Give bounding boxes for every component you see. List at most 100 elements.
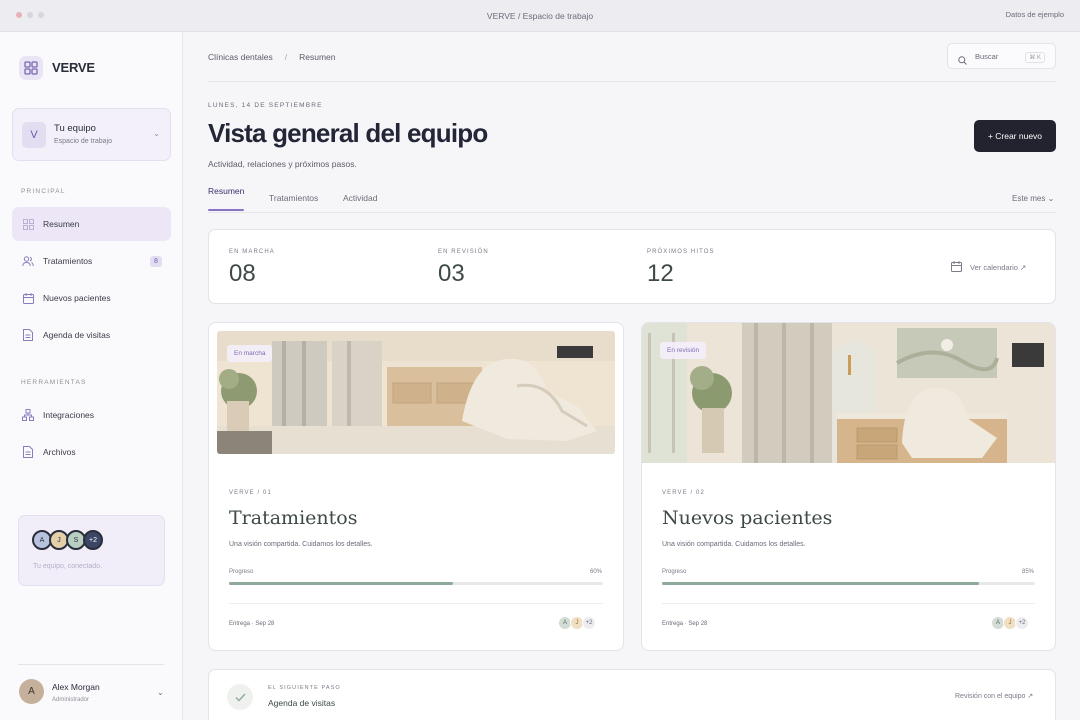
document-icon [22,446,34,458]
breadcrumb-item[interactable]: Clínicas dentales [208,52,273,62]
document-icon [22,329,34,341]
next-step-eyebrow: EL SIGUIENTE PASO [268,685,341,691]
divider [662,603,1035,604]
page-date: LUNES, 14 DE SEPTIEMBRE [208,102,323,109]
promo-text: Tu equipo, conectado. [33,563,103,570]
progress-bar [229,582,603,585]
check-icon [227,684,253,710]
divider [208,81,1056,82]
progress-label: Progreso [229,569,254,575]
sidebar-item-label: Nuevos pacientes [43,293,111,303]
divider [208,212,1056,213]
sidebar-item-agenda-de-visitas[interactable]: Agenda de visitas [12,318,171,352]
count-badge: 8 [150,256,162,267]
window-titlebar: VERVE / Espacio de trabajo Datos de ejem… [0,0,1080,32]
project-card[interactable]: En revisión VERVE / 02 Nuevos pacientes … [641,322,1056,651]
chevron-down-icon[interactable]: ⌄ [157,688,164,697]
window-title: VERVE / Espacio de trabajo [486,11,594,21]
status-badge: En marcha [227,345,273,362]
avatar-overflow-count: +2 [1015,616,1029,630]
project-card[interactable]: En marcha VERVE / 01 Tratamientos Una vi… [208,322,624,651]
card-description: Una visión compartida. Cuidamos los deta… [229,541,373,548]
due-date: Entrega · Sep 28 [229,621,275,627]
sidebar-item-archivos[interactable]: Archivos [12,435,171,469]
stat-label: EN MARCHA [229,249,275,255]
calendar-icon [22,292,34,304]
stat-label: EN REVISIÓN [438,249,489,255]
team-subtitle: Espacio de trabajo [54,138,112,145]
tab-resumen[interactable]: Resumen [208,186,244,196]
team-name: Tu equipo [54,123,96,134]
divider [18,664,164,665]
sidebar-item-label: Tratamientos [43,256,93,266]
sidebar: VERVE V Tu equipo Espacio de trabajo ⌄ P… [0,32,183,720]
breadcrumb-separator: / [284,52,288,62]
search-icon [958,52,967,70]
next-step-title: Agenda de visitas [268,698,336,708]
progress-bar [662,582,1035,585]
progress-bar-fill [662,582,980,585]
active-tab-indicator [208,209,244,211]
calendar-icon [951,261,962,274]
clinic-image [217,331,615,454]
sample-data-label[interactable]: Datos de ejemplo [1006,10,1064,19]
breadcrumb-item: Resumen [299,52,336,62]
next-step-panel: EL SIGUIENTE PASO Agenda de visitas Revi… [208,669,1056,720]
view-calendar-label: Ver calendario ↗ [970,263,1027,272]
keyboard-shortcut: ⌘ K [1025,52,1045,63]
due-date: Entrega · Sep 28 [662,621,708,627]
team-review-link[interactable]: Revisión con el equipo ↗ [955,692,1033,700]
stat-value: 12 [647,260,674,287]
card-description: Una visión compartida. Cuidamos los deta… [662,541,806,548]
user-name[interactable]: Alex Morgan [52,682,100,692]
sidebar-item-label: Resumen [43,219,80,229]
sidebar-item-label: Archivos [43,447,76,457]
view-calendar-link[interactable]: Ver calendario ↗ [951,261,1026,274]
section-label-principal: PRINCIPAL [21,188,66,195]
integrations-icon [22,409,34,421]
search-placeholder: Buscar [975,52,999,61]
stat-value: 08 [229,260,256,287]
sidebar-item-label: Agenda de visitas [43,330,111,340]
tab-actividad[interactable]: Actividad [343,193,378,203]
chevron-down-icon: ⌄ [153,129,160,138]
sidebar-item-tratamientos[interactable]: Tratamientos 8 [12,244,171,278]
create-new-button[interactable]: + Crear nuevo [974,120,1056,152]
avatar-overflow-count: +2 [83,530,103,550]
logo-icon [19,56,43,80]
search-input[interactable]: Buscar ⌘ K [947,43,1056,69]
team-promo-card[interactable]: A J S +2 Tu equipo, conectado. [18,515,165,586]
brand-name: VERVE [52,60,95,75]
progress-value: 85% [1021,569,1034,575]
main-content: Clínicas dentales / Resumen Buscar ⌘ K L… [184,32,1080,720]
stat-label: PRÓXIMOS HITOS [647,249,715,255]
card-title: Nuevos pacientes [662,507,833,529]
page-subtitle: Actividad, relaciones y próximos pasos. [208,159,357,169]
sidebar-item-resumen[interactable]: Resumen [12,207,171,241]
sidebar-item-label: Integraciones [43,410,95,420]
avatar-overflow-count: +2 [582,616,596,630]
progress-value: 60% [589,569,602,575]
breadcrumb: Clínicas dentales / Resumen [208,52,336,62]
card-title: Tratamientos [229,507,358,529]
card-eyebrow: VERVE / 02 [662,490,705,496]
sidebar-item-nuevos-pacientes[interactable]: Nuevos pacientes [12,281,171,315]
section-label-herramientas: HERRAMIENTAS [21,379,87,386]
stats-panel: EN MARCHA 08 EN REVISIÓN 03 PRÓXIMOS HIT… [208,229,1056,304]
stat-value: 03 [438,260,465,287]
period-selector[interactable]: Este mes ⌄ [1012,194,1054,203]
tab-tratamientos[interactable]: Tratamientos [269,193,318,203]
card-eyebrow: VERVE / 01 [229,490,272,496]
team-avatar-group: A J S +2 [32,530,103,550]
grid-icon [22,218,34,230]
avatar[interactable]: A [19,679,44,704]
team-switcher[interactable]: V Tu equipo Espacio de trabajo ⌄ [12,108,171,161]
progress-bar-fill [229,582,454,585]
users-icon [22,255,34,267]
user-role: Administrador [52,697,90,703]
status-badge: En revisión [660,342,707,359]
page-title: Vista general del equipo [208,118,488,148]
team-avatar: V [22,122,46,148]
sidebar-item-integraciones[interactable]: Integraciones [12,398,171,432]
assignee-avatars: A J +2 [991,616,1029,630]
